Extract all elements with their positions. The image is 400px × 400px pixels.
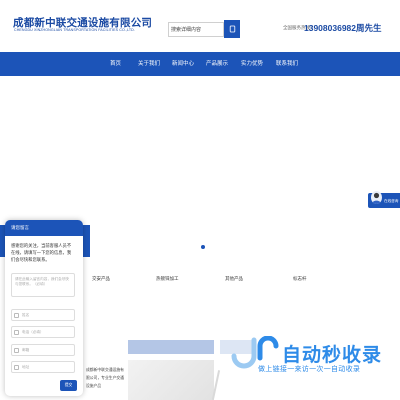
watermark-title: 自动秒收录 bbox=[282, 345, 383, 366]
nav-item-contact[interactable]: 联系我们 bbox=[276, 59, 298, 67]
submit-button[interactable]: 提交 bbox=[60, 380, 77, 391]
service-avatar[interactable] bbox=[371, 191, 382, 204]
location-icon bbox=[14, 365, 19, 370]
name-field[interactable]: 姓名 bbox=[11, 309, 75, 321]
nav-item-products[interactable]: 产品展示 bbox=[206, 59, 228, 67]
phone-field-placeholder: 电话（必填） bbox=[22, 330, 44, 334]
banner-dot[interactable] bbox=[201, 245, 205, 249]
search-input[interactable]: 搜索详细内容 bbox=[168, 22, 224, 37]
category-galvanizing[interactable]: 热镀锌加工 bbox=[156, 276, 179, 282]
address-field[interactable]: 地址 bbox=[11, 361, 75, 373]
person-icon bbox=[372, 192, 381, 204]
nav-item-about[interactable]: 关于我们 bbox=[138, 59, 160, 67]
user-icon bbox=[14, 313, 19, 318]
phone-icon bbox=[14, 330, 19, 335]
leave-message-panel: 请您留言 感谢您的关注，当前客服人员不在线，请填写一下您的信息，我们会尽快和您联… bbox=[5, 220, 83, 396]
search-icon bbox=[229, 25, 235, 33]
page: 成都新中联交通设施有限公司 CHENGDU XINZHONGLIAN TRANS… bbox=[0, 0, 400, 400]
phone-field[interactable]: 电话（必填） bbox=[11, 326, 75, 338]
email-field-placeholder: 邮箱 bbox=[22, 348, 30, 352]
nav-item-strength[interactable]: 实力优势 bbox=[241, 59, 263, 67]
chat-message: 感谢您的关注，当前客服人员不在线，请填写一下您的信息，我们会尽快和您联系。 bbox=[11, 243, 72, 262]
online-service-label[interactable]: 在线咨询 bbox=[384, 199, 398, 204]
watermark: 自动秒收录 做上链接一来访一次一自动收录 bbox=[230, 336, 390, 386]
site-header: 成都新中联交通设施有限公司 CHENGDU XINZHONGLIAN TRANS… bbox=[0, 0, 400, 52]
address-field-placeholder: 地址 bbox=[22, 365, 30, 369]
nav-item-home[interactable]: 首页 bbox=[110, 59, 121, 67]
about-text: 成都新中联交通设施有限公司，专业生产交通设施产品 bbox=[86, 368, 124, 388]
message-textarea[interactable]: 请在此输入留言内容，我们会尽快与您联系。（必填） bbox=[11, 273, 75, 297]
chat-title: 请您留言 bbox=[11, 225, 29, 230]
email-field[interactable]: 邮箱 bbox=[11, 344, 75, 356]
search-button[interactable] bbox=[224, 20, 240, 38]
name-field-placeholder: 姓名 bbox=[22, 313, 30, 317]
company-name-en: CHENGDU XINZHONGLIAN TRANSPORTATION FACI… bbox=[14, 28, 135, 32]
category-traffic[interactable]: 交安产品 bbox=[92, 276, 110, 282]
section-heading-bar bbox=[128, 340, 214, 354]
watermark-subtitle: 做上链接一来访一次一自动收录 bbox=[258, 366, 361, 373]
category-sign-pole[interactable]: 标志杆 bbox=[293, 276, 307, 282]
category-other[interactable]: 其他产品 bbox=[225, 276, 243, 282]
main-nav: 首页 关于我们 新闻中心 产品展示 实力优势 联系我们 bbox=[0, 52, 400, 76]
nav-item-news[interactable]: 新闻中心 bbox=[172, 59, 194, 67]
mail-icon bbox=[14, 348, 19, 353]
hotline-number: 13908036982周先生 bbox=[304, 23, 382, 33]
chat-header: 请您留言 bbox=[5, 220, 83, 236]
about-image bbox=[128, 360, 214, 400]
